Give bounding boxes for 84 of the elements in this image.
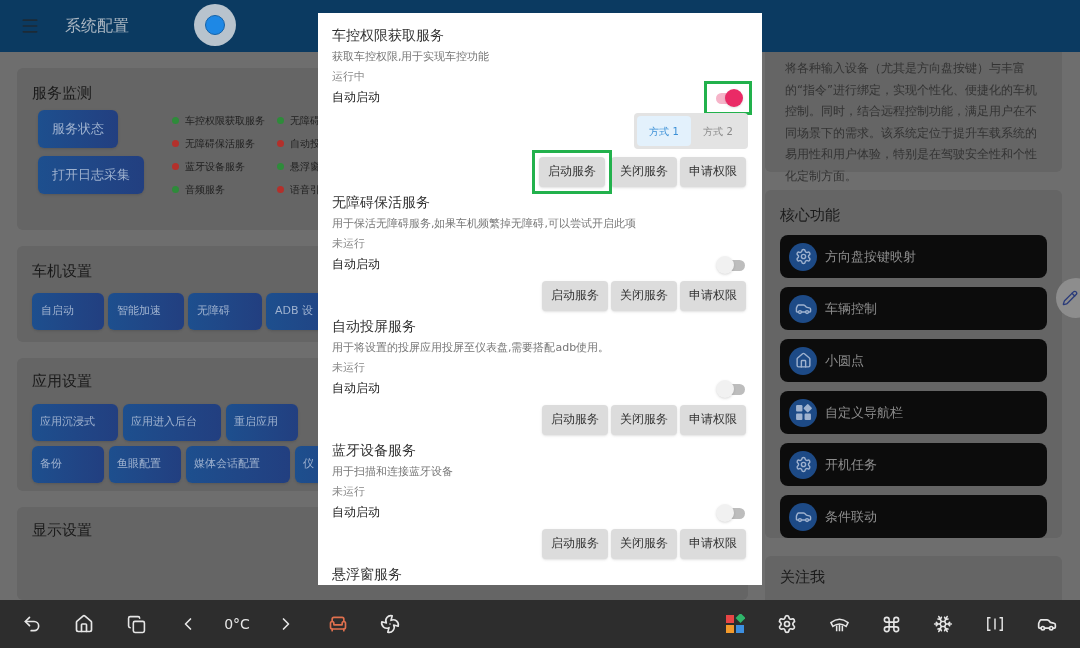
service-title: 无障碍保活服务 bbox=[332, 193, 431, 212]
feature-item[interactable]: 小圆点 bbox=[780, 339, 1047, 382]
service-description: 用于将设置的投屏应用投屏至仪表盘,需要搭配adb使用。 bbox=[332, 340, 611, 356]
setting-button[interactable]: 鱼眼配置 bbox=[109, 446, 181, 484]
status-label: 蓝牙设备服务 bbox=[185, 159, 245, 174]
back-icon[interactable] bbox=[22, 614, 42, 634]
status-label: 无障碍保活服务 bbox=[185, 136, 255, 151]
action-button[interactable]: 打开日志采集 bbox=[38, 156, 144, 194]
service-button[interactable]: 关闭服务 bbox=[611, 529, 677, 559]
service-button[interactable]: 申请权限 bbox=[680, 529, 746, 559]
service-title: 蓝牙设备服务 bbox=[332, 441, 417, 460]
car-icon bbox=[789, 294, 817, 323]
service-status: 未运行 bbox=[332, 360, 366, 376]
service-button[interactable]: 启动服务 bbox=[542, 281, 608, 311]
setting-button[interactable]: 智能加速 bbox=[108, 292, 184, 330]
recents-icon[interactable] bbox=[126, 614, 146, 634]
auto-start-label: 自动启动 bbox=[332, 504, 380, 522]
service-button[interactable]: 启动服务 bbox=[542, 529, 608, 559]
service-button[interactable]: 关闭服务 bbox=[611, 281, 677, 311]
feature-label: 自定义导航栏 bbox=[825, 403, 903, 422]
card-title: 核心功能 bbox=[780, 205, 841, 226]
card-title: 显示设置 bbox=[32, 520, 92, 542]
feature-label: 开机任务 bbox=[825, 455, 877, 474]
toggle-switch[interactable] bbox=[716, 504, 746, 522]
app-title: 系统配置 bbox=[65, 15, 129, 37]
service-button[interactable]: 关闭服务 bbox=[611, 405, 677, 435]
service-description: 用于扫描和连接蓝牙设备 bbox=[332, 464, 454, 480]
mode-tab[interactable]: 方式 1 bbox=[637, 116, 691, 146]
service-button[interactable]: 关闭服务 bbox=[611, 157, 677, 187]
service-description: 获取车控权限,用于实现车控功能 bbox=[332, 49, 491, 65]
status-label: 自动投 bbox=[290, 136, 320, 151]
feature-label: 方向盘按键映射 bbox=[825, 247, 916, 266]
fan-icon[interactable] bbox=[380, 614, 400, 634]
apps-icon[interactable] bbox=[725, 614, 745, 634]
toggle-switch[interactable] bbox=[716, 380, 746, 398]
service-button[interactable]: 申请权限 bbox=[680, 281, 746, 311]
setting-button[interactable]: 重启应用 bbox=[226, 404, 298, 442]
home-icon[interactable] bbox=[74, 614, 94, 634]
split-screen-icon[interactable] bbox=[986, 615, 1004, 633]
service-status: 未运行 bbox=[332, 484, 366, 500]
action-button[interactable]: 服务状态 bbox=[38, 110, 118, 148]
feature-item[interactable]: 条件联动 bbox=[780, 495, 1047, 538]
service-button[interactable]: 申请权限 bbox=[680, 405, 746, 435]
feature-item[interactable]: 方向盘按键映射 bbox=[780, 235, 1047, 278]
gear-icon bbox=[789, 242, 817, 271]
status-label: 无障碍 bbox=[290, 113, 320, 128]
service-status: 未运行 bbox=[332, 236, 366, 252]
pencil-icon bbox=[1062, 290, 1078, 306]
feature-label: 条件联动 bbox=[825, 507, 877, 526]
snowflake-icon[interactable] bbox=[933, 614, 953, 634]
car-icon bbox=[789, 502, 817, 531]
feature-label: 小圆点 bbox=[825, 351, 864, 370]
setting-button[interactable]: 应用进入后台 bbox=[123, 404, 221, 442]
setting-button[interactable]: 备份 bbox=[32, 446, 104, 484]
service-description: 用于保活无障碍服务,如果车机频繁掉无障碍,可以尝试开启此项 bbox=[332, 216, 637, 232]
feature-item[interactable]: 车辆控制 bbox=[780, 287, 1047, 330]
service-button[interactable]: 启动服务 bbox=[539, 157, 605, 187]
card-title: 服务监测 bbox=[32, 83, 92, 104]
service-status: 运行中 bbox=[332, 69, 366, 85]
card-title: 车机设置 bbox=[32, 260, 92, 282]
setting-button[interactable]: 无障碍 bbox=[188, 292, 262, 330]
service-button[interactable]: 启动服务 bbox=[542, 405, 608, 435]
command-icon[interactable] bbox=[881, 614, 901, 634]
apps-icon bbox=[789, 398, 817, 427]
service-title: 悬浮窗服务 bbox=[332, 565, 403, 584]
service-button[interactable]: 申请权限 bbox=[680, 157, 746, 187]
house-icon bbox=[789, 346, 817, 375]
card-title: 关注我 bbox=[780, 567, 826, 587]
auto-start-label: 自动启动 bbox=[332, 380, 380, 398]
feature-label: 车辆控制 bbox=[825, 299, 877, 318]
card-title: 应用设置 bbox=[32, 371, 92, 393]
toggle-switch[interactable] bbox=[716, 256, 746, 274]
feature-item[interactable]: 自定义导航栏 bbox=[780, 391, 1047, 434]
auto-start-label: 自动启动 bbox=[332, 89, 380, 107]
setting-button[interactable]: 媒体会话配置 bbox=[186, 446, 290, 484]
gear-icon bbox=[789, 450, 817, 479]
feature-item[interactable]: 开机任务 bbox=[780, 443, 1047, 486]
settings-icon[interactable] bbox=[777, 614, 797, 634]
setting-button[interactable]: 应用沉浸式 bbox=[32, 404, 118, 442]
service-title: 车控权限获取服务 bbox=[332, 26, 445, 45]
auto-start-label: 自动启动 bbox=[332, 256, 380, 274]
status-label: 悬浮窗 bbox=[290, 159, 320, 174]
setting-button[interactable]: 自启动 bbox=[32, 292, 104, 330]
temperature-label: 0°C bbox=[224, 614, 250, 634]
